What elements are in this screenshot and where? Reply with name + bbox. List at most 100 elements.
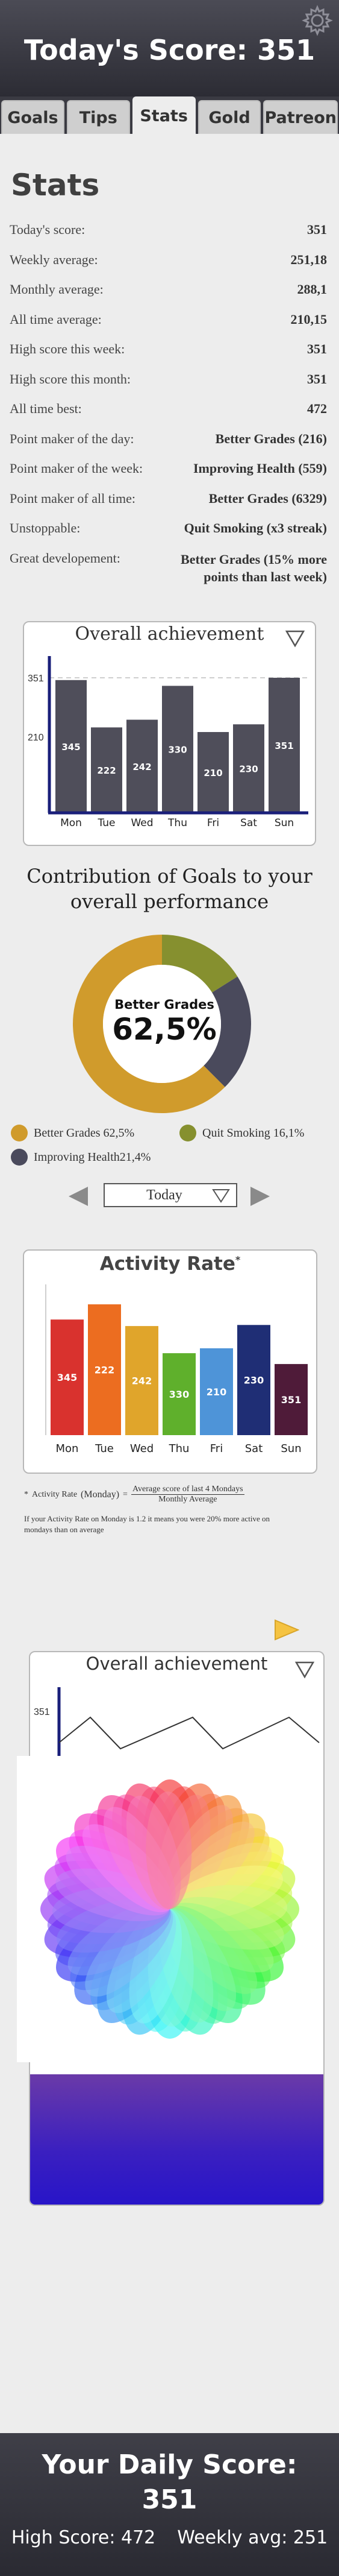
x-tick-label: Sat — [245, 1442, 263, 1455]
overlay-line-series — [58, 1716, 320, 1750]
card-gradient — [30, 2074, 323, 2205]
stat-label: High score this week: — [10, 341, 125, 356]
stat-row-high-week: High score this week: 351 — [10, 341, 327, 371]
period-dropdown[interactable]: Today — [104, 1183, 237, 1207]
stat-value: 351 — [307, 371, 327, 387]
tab-gold[interactable]: Gold — [197, 100, 261, 134]
y-tick-top: 351 — [34, 1707, 50, 1717]
stat-value: Better Grades (15% more points than last… — [181, 551, 327, 584]
stat-row-all-time-best: All time best: 472 — [10, 401, 327, 431]
contribution-title: Contribution of Goals to your overall pe… — [0, 863, 339, 914]
stat-value: Improving Health (559) — [193, 461, 327, 476]
contribution-title-line1: Contribution of Goals to your — [26, 865, 313, 888]
stat-label: Weekly average: — [10, 251, 98, 267]
stat-row-today: Today's score: 351 — [10, 222, 327, 252]
bar-value-label: 242 — [132, 1375, 152, 1387]
legend-quit-smoking: Quit Smoking 16,1% — [179, 1125, 304, 1141]
activity-rate-explanation: If your Activity Rate on Monday is 1.2 i… — [24, 1514, 270, 1534]
x-tick-label: Tue — [97, 817, 115, 829]
tab-tips[interactable]: Tips — [66, 100, 130, 134]
y-tick-top: 351 — [28, 674, 44, 684]
chevron-down-icon — [212, 1189, 230, 1203]
legend-label: Improving Health21,4% — [34, 1150, 151, 1164]
x-tick-label: Thu — [167, 817, 187, 829]
app-header: Today's Score: 351 — [0, 0, 339, 96]
legend-label: Better Grades 62,5% — [34, 1126, 135, 1140]
footnote-equals: = — [123, 1489, 128, 1499]
overall-achievement-card: Overall achievement 351 210 345 Mon 222 Tue… — [23, 621, 316, 846]
page-title: Today's Score: 351 — [23, 34, 316, 66]
stat-value: 351 — [307, 341, 327, 356]
footnote-star: * — [24, 1489, 28, 1499]
footer-title-line1: Your Daily Score: — [42, 2449, 297, 2480]
stat-row-point-maker-all-time: Point maker of all time: Better Grades (6… — [10, 491, 327, 521]
stat-value: 210,15 — [290, 311, 328, 327]
bar-value-label: 351 — [281, 1394, 301, 1406]
bar-value-label: 210 — [204, 768, 222, 778]
activity-rate-formula: * Activity Rate (Monday) = Average score … — [24, 1485, 325, 1504]
stat-row-high-month: High score this month: 351 — [10, 371, 327, 402]
stats-heading: Stats — [11, 168, 100, 203]
donut-center-value: 62,5% — [112, 1012, 216, 1047]
bars-group: 345 Mon 222 Tue 242 Wed 330 Thu 210 Fri 230 Sat 351 S… — [55, 678, 300, 829]
next-arrow-icon[interactable] — [248, 1184, 272, 1208]
tab-stats[interactable]: Stats — [132, 96, 196, 134]
stat-label: All time best: — [10, 401, 82, 416]
play-icon[interactable] — [274, 1619, 299, 1641]
stat-value: Quit Smoking (x3 streak) — [184, 520, 327, 535]
x-tick-label: Mon — [60, 817, 82, 829]
period-selector: Today — [66, 1182, 273, 1211]
x-tick-label: Tue — [95, 1442, 114, 1455]
legend-label: Quit Smoking 16,1% — [202, 1126, 305, 1140]
footer-stats: High Score: 472 Weekly avg: 251 — [0, 2527, 339, 2548]
activity-rate-chart: 345 Mon 222 Tue 242 Wed 330 Thu 210 Fri 230 Sat 351 S… — [45, 1284, 308, 1455]
stat-label: Point maker of the week: — [10, 461, 143, 476]
legend-improving-health: Improving Health21,4% — [11, 1149, 151, 1166]
x-tick-label: Fri — [207, 817, 219, 829]
bars-group: 345 Mon 222 Tue 242 Wed 330 Thu 210 Fri 230 Sat 351 S… — [51, 1304, 308, 1455]
stat-value: 351 — [307, 222, 327, 237]
stat-value: 251,18 — [290, 251, 328, 267]
stat-label: Monthly average: — [10, 282, 104, 297]
stat-row-all-time-average: All time average: 210,15 — [10, 312, 327, 342]
stat-row-great-development: Great developement: Better Grades (15% mo… — [10, 551, 327, 599]
bar-value-label: 330 — [168, 745, 187, 756]
stat-label: All time average: — [10, 311, 102, 327]
x-tick-label: Sun — [281, 1442, 301, 1455]
x-tick-label: Fri — [210, 1442, 223, 1455]
footnote-paren: (Monday) — [81, 1489, 120, 1500]
footnote-lhs: Activity Rate — [32, 1489, 78, 1499]
footnote-fraction: Average score of last 4 Mondays Monthly … — [131, 1485, 244, 1504]
footer-title-line2: 351 — [142, 2484, 197, 2515]
period-value: Today — [146, 1187, 182, 1203]
x-tick-label: Sat — [240, 817, 257, 829]
bar-value-label: 230 — [244, 1375, 264, 1386]
gear-icon[interactable] — [302, 5, 333, 36]
tab-patreon[interactable]: Patreon — [263, 100, 338, 134]
legend-dot — [179, 1125, 196, 1141]
bar-value-label: 222 — [95, 1365, 114, 1376]
x-tick-label: Wed — [131, 817, 153, 829]
y-tick-mid: 210 — [28, 733, 44, 743]
x-tick-label: Mon — [56, 1442, 79, 1455]
legend-dot — [11, 1125, 28, 1141]
stat-value: Better Grades (216) — [215, 431, 327, 446]
bar-value-label: 222 — [97, 765, 116, 776]
bar-value-label: 345 — [57, 1372, 77, 1383]
footer-title: Your Daily Score: 351 — [0, 2448, 339, 2518]
x-tick-label: Sun — [275, 817, 294, 829]
donut-center-label: Better Grades — [114, 997, 214, 1012]
footer-weekly-avg: Weekly avg: 251 — [177, 2527, 328, 2548]
legend-dot — [11, 1149, 28, 1166]
tab-goals[interactable]: Goals — [1, 100, 64, 134]
overlay-chart-partial: 351 — [34, 1687, 320, 1773]
stat-row-point-maker-day: Point maker of the day: Better Grades (21… — [10, 431, 327, 461]
bar-value-label: 345 — [61, 742, 80, 753]
stat-row-weekly-average: Weekly average: 251,18 — [10, 252, 327, 282]
x-tick-label: Wed — [130, 1442, 154, 1455]
previous-arrow-icon[interactable] — [66, 1184, 90, 1208]
bar-value-label: 330 — [169, 1389, 189, 1400]
stat-value: Better Grades (6329) — [208, 490, 327, 506]
footer-high-score: High Score: 472 — [11, 2527, 156, 2548]
stat-value: 472 — [307, 401, 327, 416]
